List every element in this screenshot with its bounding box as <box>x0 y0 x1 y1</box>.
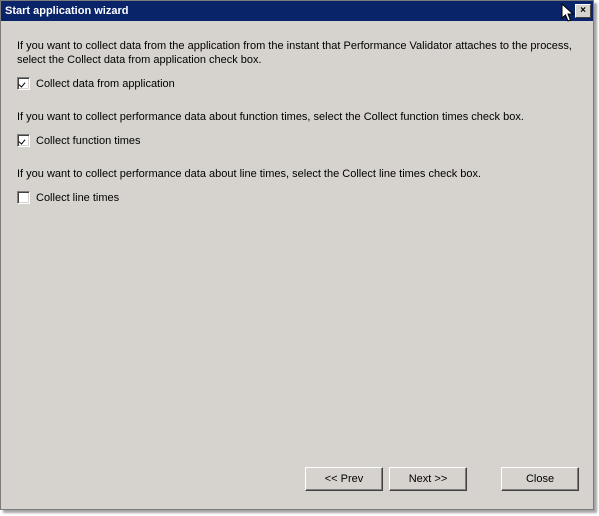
checkbox-label-data-app: Collect data from application <box>36 78 175 90</box>
wizard-window: Start application wizard × If you want t… <box>0 0 594 510</box>
section-func-times: If you want to collect performance data … <box>17 110 581 147</box>
desc-line-times: If you want to collect performance data … <box>17 167 581 181</box>
section-line-times: If you want to collect performance data … <box>17 167 581 204</box>
checkbox-data-app[interactable] <box>17 77 30 90</box>
window-title: Start application wizard <box>5 5 573 17</box>
checkbox-row-func-times[interactable]: Collect function times <box>17 134 581 147</box>
checkbox-line-times[interactable] <box>17 191 30 204</box>
next-button-label: Next >> <box>409 473 448 485</box>
checkbox-row-data-app[interactable]: Collect data from application <box>17 77 581 90</box>
close-button-label: Close <box>526 473 554 485</box>
desc-data-app: If you want to collect data from the app… <box>17 39 581 67</box>
desc-func-times: If you want to collect performance data … <box>17 110 581 124</box>
dialog-body: If you want to collect data from the app… <box>1 21 593 463</box>
checkbox-label-line-times: Collect line times <box>36 192 119 204</box>
checkbox-label-func-times: Collect function times <box>36 135 141 147</box>
close-button[interactable]: Close <box>501 467 579 491</box>
section-data-app: If you want to collect data from the app… <box>17 39 581 90</box>
close-icon: × <box>580 6 586 16</box>
prev-button[interactable]: << Prev <box>305 467 383 491</box>
checkbox-row-line-times[interactable]: Collect line times <box>17 191 581 204</box>
checkbox-func-times[interactable] <box>17 134 30 147</box>
prev-button-label: << Prev <box>325 473 364 485</box>
next-button[interactable]: Next >> <box>389 467 467 491</box>
window-close-button[interactable]: × <box>575 4 591 18</box>
title-bar: Start application wizard × <box>1 1 593 21</box>
footer-button-row: << Prev Next >> Close <box>1 463 593 509</box>
